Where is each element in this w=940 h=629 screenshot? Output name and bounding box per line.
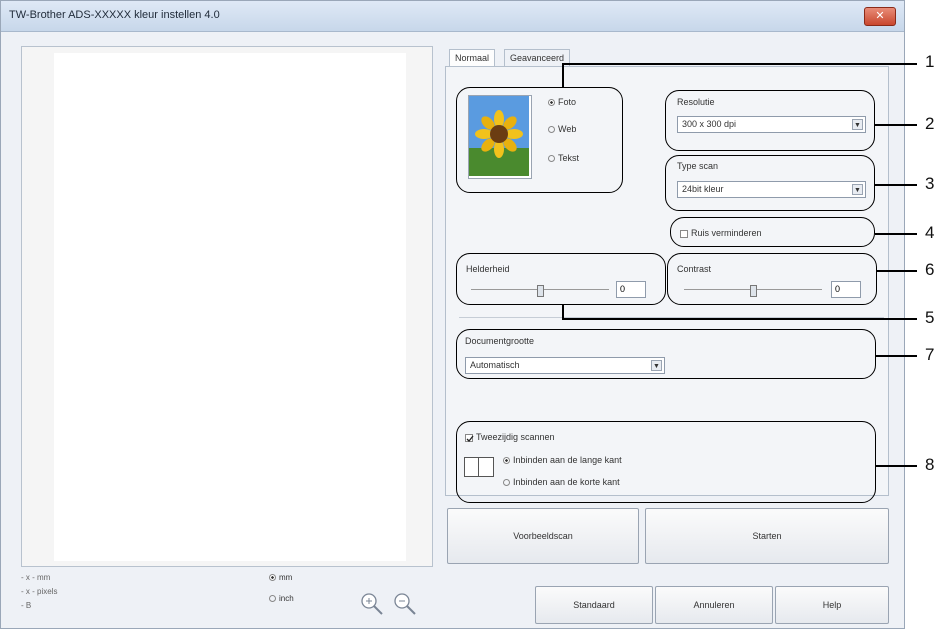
zoom-in-icon[interactable]	[358, 590, 386, 618]
preview-area	[21, 46, 433, 567]
preview-scan-button[interactable]: Voorbeeldscan	[447, 508, 639, 564]
window-title: TW-Brother ADS-XXXXX kleur instellen 4.0	[9, 9, 220, 21]
unit-inch-label: inch	[279, 594, 294, 603]
close-button[interactable]: ✕	[864, 7, 896, 26]
preview-paper	[54, 53, 406, 561]
leader-2	[875, 124, 917, 126]
callout-number-3: 3	[925, 174, 935, 193]
callout-number-2: 2	[925, 114, 935, 133]
unit-mm-label: mm	[279, 573, 293, 582]
leader-5	[562, 318, 917, 320]
unit-inch-radio[interactable]: inch	[269, 594, 294, 603]
unit-mm-radio-dot	[269, 574, 276, 582]
callout-number-4: 4	[925, 223, 935, 242]
callout-number-8: 8	[925, 455, 935, 474]
leader-5-vertical	[562, 305, 564, 318]
callout-box-8	[456, 421, 876, 503]
callout-box-4	[670, 217, 875, 247]
cancel-button[interactable]: Annuleren	[655, 586, 773, 624]
leader-7	[876, 355, 917, 357]
tab-advanced[interactable]: Geavanceerd	[504, 49, 571, 66]
callout-number-6: 6	[925, 260, 935, 279]
status-size-pixels: - x - pixels	[21, 587, 58, 596]
status-size-mm: - x - mm	[21, 573, 51, 582]
tab-normal[interactable]: Normaal	[449, 49, 496, 66]
unit-inch-radio-dot	[269, 595, 276, 603]
leader-4	[875, 233, 917, 235]
leader-1	[562, 63, 917, 65]
leader-3	[875, 184, 917, 186]
leader-6	[877, 270, 917, 272]
callout-number-1: 1	[925, 52, 935, 71]
leader-1-vertical	[562, 63, 564, 88]
callout-box-7	[456, 329, 876, 379]
callout-box-5	[456, 253, 666, 305]
status-bytes: - B	[21, 601, 32, 610]
callout-box-3	[665, 155, 875, 211]
callout-box-1	[456, 87, 623, 193]
default-button[interactable]: Standaard	[535, 586, 653, 624]
zoom-out-icon[interactable]	[391, 590, 419, 618]
callout-box-2	[665, 90, 875, 151]
help-button[interactable]: Help	[775, 586, 889, 624]
unit-mm-radio[interactable]: mm	[269, 573, 292, 582]
leader-8	[876, 465, 917, 467]
callout-number-7: 7	[925, 345, 935, 364]
title-bar: TW-Brother ADS-XXXXX kleur instellen 4.0…	[1, 1, 904, 32]
start-button[interactable]: Starten	[645, 508, 889, 564]
callout-box-6	[667, 253, 877, 305]
callout-number-5: 5	[925, 308, 935, 327]
